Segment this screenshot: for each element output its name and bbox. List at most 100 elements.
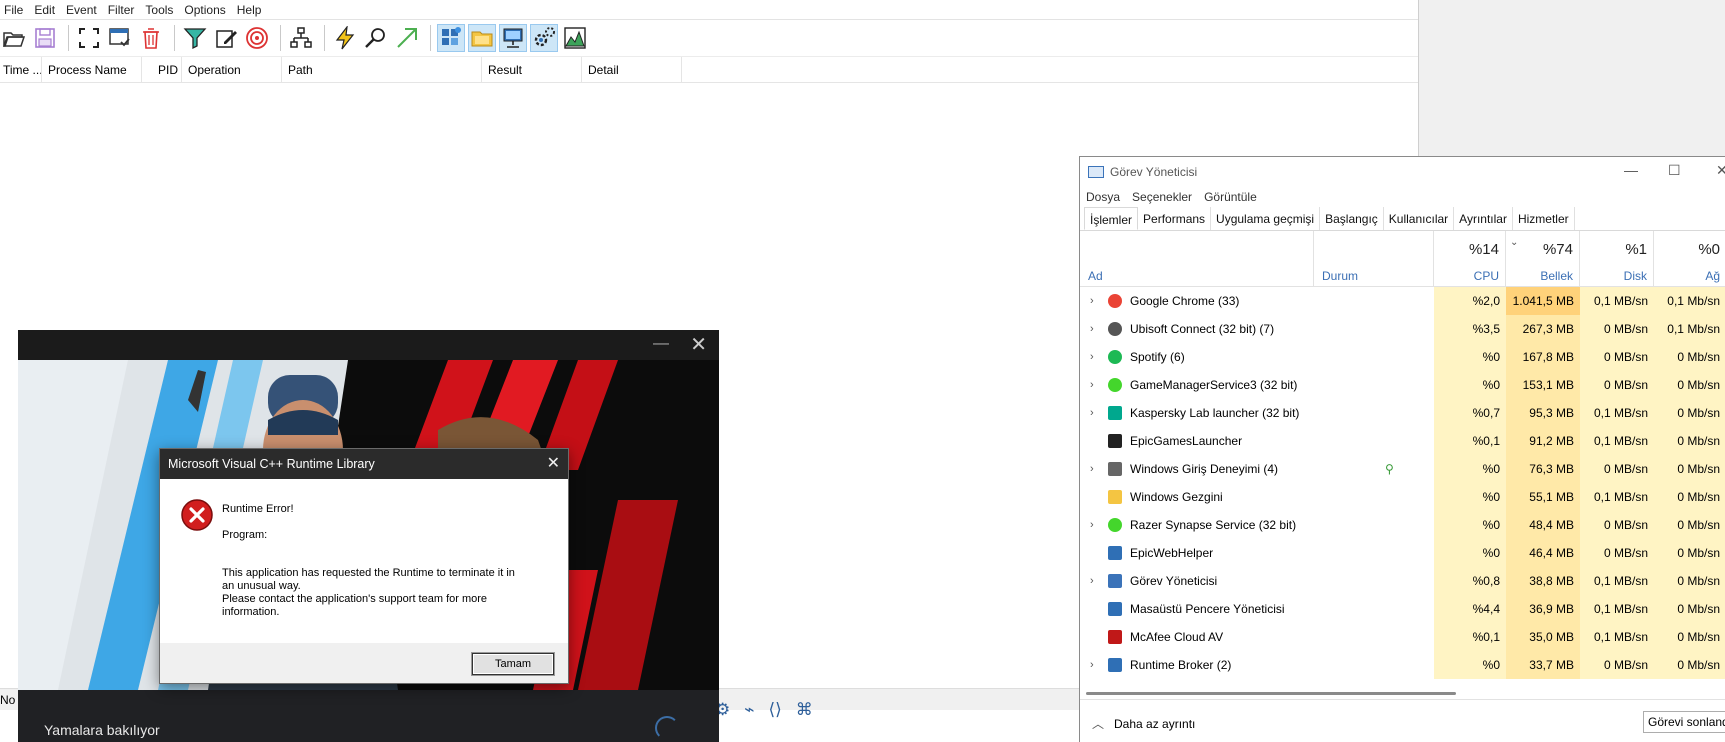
- cell-cpu: %0,8: [1434, 567, 1506, 595]
- clear-icon[interactable]: [137, 24, 165, 52]
- menu-filter[interactable]: Filter: [104, 3, 142, 17]
- tab-performans[interactable]: Performans: [1138, 207, 1212, 230]
- chevron-right-icon[interactable]: ›: [1090, 371, 1094, 399]
- menu-goruntule[interactable]: Görüntüle: [1204, 190, 1257, 204]
- col-network[interactable]: %0 Ağ: [1654, 231, 1725, 287]
- chevron-right-icon[interactable]: ›: [1090, 315, 1094, 343]
- col-name[interactable]: Ad: [1080, 231, 1314, 287]
- less-detail-link[interactable]: Daha az ayrıntı: [1114, 717, 1195, 731]
- filesystem-icon[interactable]: [468, 24, 496, 52]
- table-row[interactable]: › Razer Synapse Service (32 bit) %0 48,4 MB…: [1080, 511, 1725, 539]
- find-icon[interactable]: [362, 24, 390, 52]
- taskmgr-footer: ︿ Daha az ayrıntı Görevi sonland: [1080, 699, 1725, 742]
- menu-event[interactable]: Event: [62, 3, 104, 17]
- capture-icon[interactable]: [106, 24, 134, 52]
- error-message-line: This application has requested the Runti…: [222, 567, 515, 579]
- cell-mem: 48,4 MB: [1506, 511, 1580, 539]
- col-path[interactable]: Path: [282, 56, 482, 83]
- col-operation[interactable]: Operation: [182, 56, 282, 83]
- menu-edit[interactable]: Edit: [30, 3, 62, 17]
- target-icon[interactable]: [243, 24, 271, 52]
- autoscroll-icon[interactable]: [75, 24, 103, 52]
- chevron-right-icon[interactable]: ›: [1090, 287, 1094, 315]
- table-row[interactable]: › Windows Giriş Deneyimi (4) ⚲ %0 76,3 MB 0 M…: [1080, 455, 1725, 483]
- col-process-name[interactable]: Process Name: [42, 56, 142, 83]
- chevron-right-icon[interactable]: ›: [1090, 567, 1094, 595]
- chevron-right-icon[interactable]: ›: [1090, 343, 1094, 371]
- col-pid[interactable]: PID: [142, 56, 182, 83]
- table-row[interactable]: › Runtime Broker (2) %0 33,7 MB 0 MB/sn 0 Mb/…: [1080, 651, 1725, 679]
- menu-tools[interactable]: Tools: [141, 3, 180, 17]
- chevron-up-icon[interactable]: ︿: [1092, 715, 1104, 732]
- close-icon[interactable]: ✕: [690, 332, 707, 357]
- save-icon[interactable]: [31, 24, 59, 52]
- eye-icon[interactable]: ⌘: [796, 700, 813, 720]
- col-result[interactable]: Result: [482, 56, 582, 83]
- cell-disk: 0 MB/sn: [1580, 455, 1654, 483]
- tab-kullanicilar[interactable]: Kullanıcılar: [1384, 207, 1455, 230]
- col-cpu[interactable]: %14 CPU: [1434, 231, 1506, 287]
- col-time[interactable]: Time ...: [0, 56, 42, 83]
- col-disk[interactable]: %1 Disk: [1580, 231, 1654, 287]
- table-row[interactable]: McAfee Cloud AV %0,1 35,0 MB 0,1 MB/sn 0 Mb/…: [1080, 623, 1725, 651]
- tab-baslangic[interactable]: Başlangıç: [1320, 207, 1384, 230]
- tab-ayrintilar[interactable]: Ayrıntılar: [1454, 207, 1513, 230]
- taskmgr-app-icon: [1088, 166, 1104, 178]
- col-detail[interactable]: Detail: [582, 56, 682, 83]
- open-icon[interactable]: [0, 24, 28, 52]
- registry-icon[interactable]: [437, 24, 465, 52]
- tab-uygulama-gecmisi[interactable]: Uygulama geçmişi: [1211, 207, 1321, 230]
- menu-help[interactable]: Help: [233, 3, 269, 17]
- col-status[interactable]: Durum: [1314, 231, 1434, 287]
- table-row[interactable]: › Kaspersky Lab launcher (32 bit) %0,7 95,3…: [1080, 399, 1725, 427]
- chevron-right-icon[interactable]: ›: [1090, 511, 1094, 539]
- table-row[interactable]: › GameManagerService3 (32 bit) %0 153,1 MB 0…: [1080, 371, 1725, 399]
- process-activity-icon[interactable]: [530, 24, 558, 52]
- menu-options[interactable]: Options: [180, 3, 232, 17]
- table-row[interactable]: › Ubisoft Connect (32 bit) (7) %3,5 267,3 M…: [1080, 315, 1725, 343]
- table-row[interactable]: Masaüstü Pencere Yöneticisi %4,4 36,9 MB 0,…: [1080, 595, 1725, 623]
- horizontal-scrollbar[interactable]: [1086, 689, 1725, 699]
- col-memory[interactable]: ⌄ %74 Bellek: [1506, 231, 1580, 287]
- minimize-icon[interactable]: —: [1624, 162, 1638, 178]
- scrollbar-thumb[interactable]: [1086, 692, 1456, 695]
- code-icon[interactable]: ⟨⟩: [769, 700, 782, 720]
- event-icon[interactable]: [331, 24, 359, 52]
- keyboard-icon: [1108, 462, 1122, 476]
- end-task-button[interactable]: Görevi sonland: [1643, 711, 1725, 733]
- tab-islemler[interactable]: İşlemler: [1084, 207, 1139, 230]
- table-row[interactable]: EpicGamesLauncher %0,1 91,2 MB 0,1 MB/sn 0 M…: [1080, 427, 1725, 455]
- cell-disk: 0,1 MB/sn: [1580, 623, 1654, 651]
- terminal-icon[interactable]: ⌁: [744, 700, 754, 720]
- tab-hizmetler[interactable]: Hizmetler: [1513, 207, 1575, 230]
- chevron-right-icon[interactable]: ›: [1090, 455, 1094, 483]
- table-row[interactable]: › Google Chrome (33) %2,0 1.041,5 MB 0,1 MB/…: [1080, 287, 1725, 315]
- cell-cpu: %0: [1434, 371, 1506, 399]
- taskmgr-menubar: Dosya Seçenekler Görüntüle: [1080, 187, 1725, 207]
- app-window-icon: [1108, 602, 1122, 616]
- cell-mem: 267,3 MB: [1506, 315, 1580, 343]
- maximize-icon[interactable]: ☐: [1668, 162, 1681, 179]
- toolbar-separator: [430, 25, 431, 51]
- table-row[interactable]: › Spotify (6) %0 167,8 MB 0 MB/sn 0 Mb/sn: [1080, 343, 1725, 371]
- cell-mem: 1.041,5 MB: [1506, 287, 1580, 315]
- jump-icon[interactable]: [393, 24, 421, 52]
- process-tree-icon[interactable]: [287, 24, 315, 52]
- menu-file[interactable]: File: [0, 3, 30, 17]
- close-icon[interactable]: ✕: [547, 449, 560, 479]
- table-row[interactable]: › Görev Yöneticisi %0,8 38,8 MB 0,1 MB/sn 0 M…: [1080, 567, 1725, 595]
- table-row[interactable]: Windows Gezgini %0 55,1 MB 0,1 MB/sn 0 Mb/sn: [1080, 483, 1725, 511]
- highlight-icon[interactable]: [212, 24, 240, 52]
- cell-net: 0 Mb/sn: [1654, 371, 1725, 399]
- filter-icon[interactable]: [181, 24, 209, 52]
- chevron-right-icon[interactable]: ›: [1090, 399, 1094, 427]
- ok-button[interactable]: Tamam: [472, 653, 554, 675]
- minimize-icon[interactable]: —: [653, 335, 669, 353]
- menu-secenekler[interactable]: Seçenekler: [1132, 190, 1192, 204]
- menu-dosya[interactable]: Dosya: [1086, 190, 1120, 204]
- network-icon[interactable]: [499, 24, 527, 52]
- profiling-icon[interactable]: [561, 24, 589, 52]
- chevron-right-icon[interactable]: ›: [1090, 651, 1094, 679]
- close-icon[interactable]: ✕: [1716, 162, 1725, 179]
- table-row[interactable]: EpicWebHelper %0 46,4 MB 0 MB/sn 0 Mb/sn: [1080, 539, 1725, 567]
